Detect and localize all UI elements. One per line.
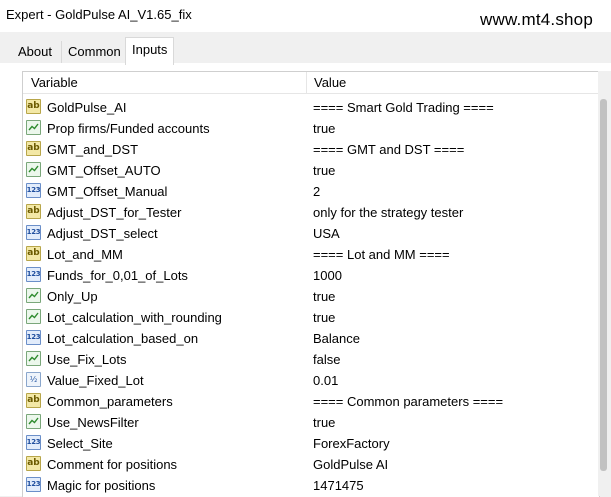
table-row[interactable]: Use_NewsFilter true (23, 412, 599, 433)
scrollbar-thumb[interactable] (600, 99, 607, 471)
parameter-value[interactable]: ==== Smart Gold Trading ==== (313, 97, 494, 118)
table-row[interactable]: ab Comment for positions GoldPulse AI (23, 454, 599, 475)
parameter-value[interactable]: true (313, 307, 335, 328)
tab-about[interactable]: About (12, 41, 58, 63)
parameter-value[interactable]: 2 (313, 181, 320, 202)
tab-bar: About Common Inputs (0, 32, 611, 65)
parameter-value[interactable]: ==== GMT and DST ==== (313, 139, 464, 160)
table-row[interactable]: 123 Select_Site ForexFactory (23, 433, 599, 454)
grid-header: Variable Value (23, 72, 599, 94)
bool-icon (26, 162, 41, 177)
column-header-variable[interactable]: Variable (31, 75, 78, 90)
parameter-value[interactable]: ==== Lot and MM ==== (313, 244, 450, 265)
parameter-name: GMT_Offset_AUTO (47, 163, 161, 178)
tab-common[interactable]: Common (61, 41, 128, 63)
table-row[interactable]: 123 Adjust_DST_select USA (23, 223, 599, 244)
table-row[interactable]: 123 Magic for positions 1471475 (23, 475, 599, 496)
table-row[interactable]: 123 GMT_Offset_Manual 2 (23, 181, 599, 202)
bool-icon (26, 120, 41, 135)
parameter-name: Select_Site (47, 436, 113, 451)
tab-inputs[interactable]: Inputs (125, 37, 175, 65)
table-row[interactable]: 123 Lot_calculation_based_on Balance (23, 328, 599, 349)
bool-icon (26, 351, 41, 366)
parameter-value[interactable]: ForexFactory (313, 433, 390, 454)
parameter-value[interactable]: only for the strategy tester (313, 202, 463, 223)
table-row[interactable]: Lot_calculation_with_rounding true (23, 307, 599, 328)
parameter-value[interactable]: 0.01 (313, 370, 338, 391)
parameter-value[interactable]: false (313, 349, 340, 370)
table-row[interactable]: ab Lot_and_MM ==== Lot and MM ==== (23, 244, 599, 265)
parameter-name: Lot_and_MM (47, 247, 123, 262)
parameter-value[interactable]: true (313, 118, 335, 139)
vertical-scrollbar[interactable] (598, 71, 611, 496)
parameter-name: Value_Fixed_Lot (47, 373, 144, 388)
double-icon: ½ (26, 372, 41, 387)
column-divider[interactable] (306, 72, 307, 93)
ab-icon: ab (26, 99, 41, 114)
parameter-name: Prop firms/Funded accounts (47, 121, 210, 136)
parameter-value[interactable]: 1471475 (313, 475, 364, 496)
ab-icon: ab (26, 204, 41, 219)
number-icon: 123 (26, 225, 41, 240)
grid-rows: ab GoldPulse_AI ==== Smart Gold Trading ==… (23, 97, 599, 496)
ab-icon: ab (26, 141, 41, 156)
parameter-value[interactable]: true (313, 286, 335, 307)
parameter-name: Common_parameters (47, 394, 173, 409)
number-icon: 123 (26, 477, 41, 492)
ab-icon: ab (26, 456, 41, 471)
parameter-name: Lot_calculation_based_on (47, 331, 199, 346)
parameter-name: GoldPulse_AI (47, 100, 127, 115)
table-row[interactable]: ab Adjust_DST_for_Tester only for the stra… (23, 202, 599, 223)
table-row[interactable]: ab Common_parameters ==== Common parameter… (23, 391, 599, 412)
number-icon: 123 (26, 435, 41, 450)
table-row[interactable]: Prop firms/Funded accounts true (23, 118, 599, 139)
watermark-text: www.mt4.shop (480, 10, 593, 29)
parameter-name: Magic for positions (47, 478, 156, 493)
number-icon: 123 (26, 330, 41, 345)
parameter-name: GMT_and_DST (47, 142, 139, 157)
table-row[interactable]: ab GoldPulse_AI ==== Smart Gold Trading ==… (23, 97, 599, 118)
parameter-value[interactable]: true (313, 160, 335, 181)
parameter-name: Lot_calculation_with_rounding (47, 310, 222, 325)
parameter-name: GMT_Offset_Manual (47, 184, 168, 199)
table-row[interactable]: ½ Value_Fixed_Lot 0.01 (23, 370, 599, 391)
title-bar: Expert - GoldPulse AI_V1.65_fix www.mt4.… (0, 0, 611, 32)
column-header-value[interactable]: Value (314, 75, 346, 90)
number-icon: 123 (26, 183, 41, 198)
parameter-name: Adjust_DST_select (47, 226, 158, 241)
parameter-name: Funds_for_0,01_of_Lots (47, 268, 188, 283)
parameter-value[interactable]: Balance (313, 328, 360, 349)
ab-icon: ab (26, 246, 41, 261)
parameter-name: Use_Fix_Lots (47, 352, 127, 367)
table-row[interactable]: 123 Funds_for_0,01_of_Lots 1000 (23, 265, 599, 286)
parameter-value[interactable]: true (313, 412, 335, 433)
bool-icon (26, 414, 41, 429)
parameter-value[interactable]: 1000 (313, 265, 342, 286)
parameter-name: Use_NewsFilter (47, 415, 139, 430)
parameter-name: Only_Up (47, 289, 98, 304)
table-row[interactable]: Only_Up true (23, 286, 599, 307)
ab-icon: ab (26, 393, 41, 408)
parameter-name: Adjust_DST_for_Tester (47, 205, 182, 220)
parameter-name: Comment for positions (47, 457, 178, 472)
parameter-value[interactable]: ==== Common parameters ==== (313, 391, 503, 412)
inputs-grid: Variable Value ab GoldPulse_AI ==== Smart … (22, 71, 600, 497)
parameter-value[interactable]: GoldPulse AI (313, 454, 388, 475)
table-row[interactable]: GMT_Offset_AUTO true (23, 160, 599, 181)
number-icon: 123 (26, 267, 41, 282)
table-row[interactable]: ab GMT_and_DST ==== GMT and DST ==== (23, 139, 599, 160)
window-title: Expert - GoldPulse AI_V1.65_fix (6, 7, 192, 22)
bool-icon (26, 288, 41, 303)
inputs-panel: Variable Value ab GoldPulse_AI ==== Smart … (0, 63, 611, 497)
table-row[interactable]: Use_Fix_Lots false (23, 349, 599, 370)
bool-icon (26, 309, 41, 324)
parameter-value[interactable]: USA (313, 223, 340, 244)
